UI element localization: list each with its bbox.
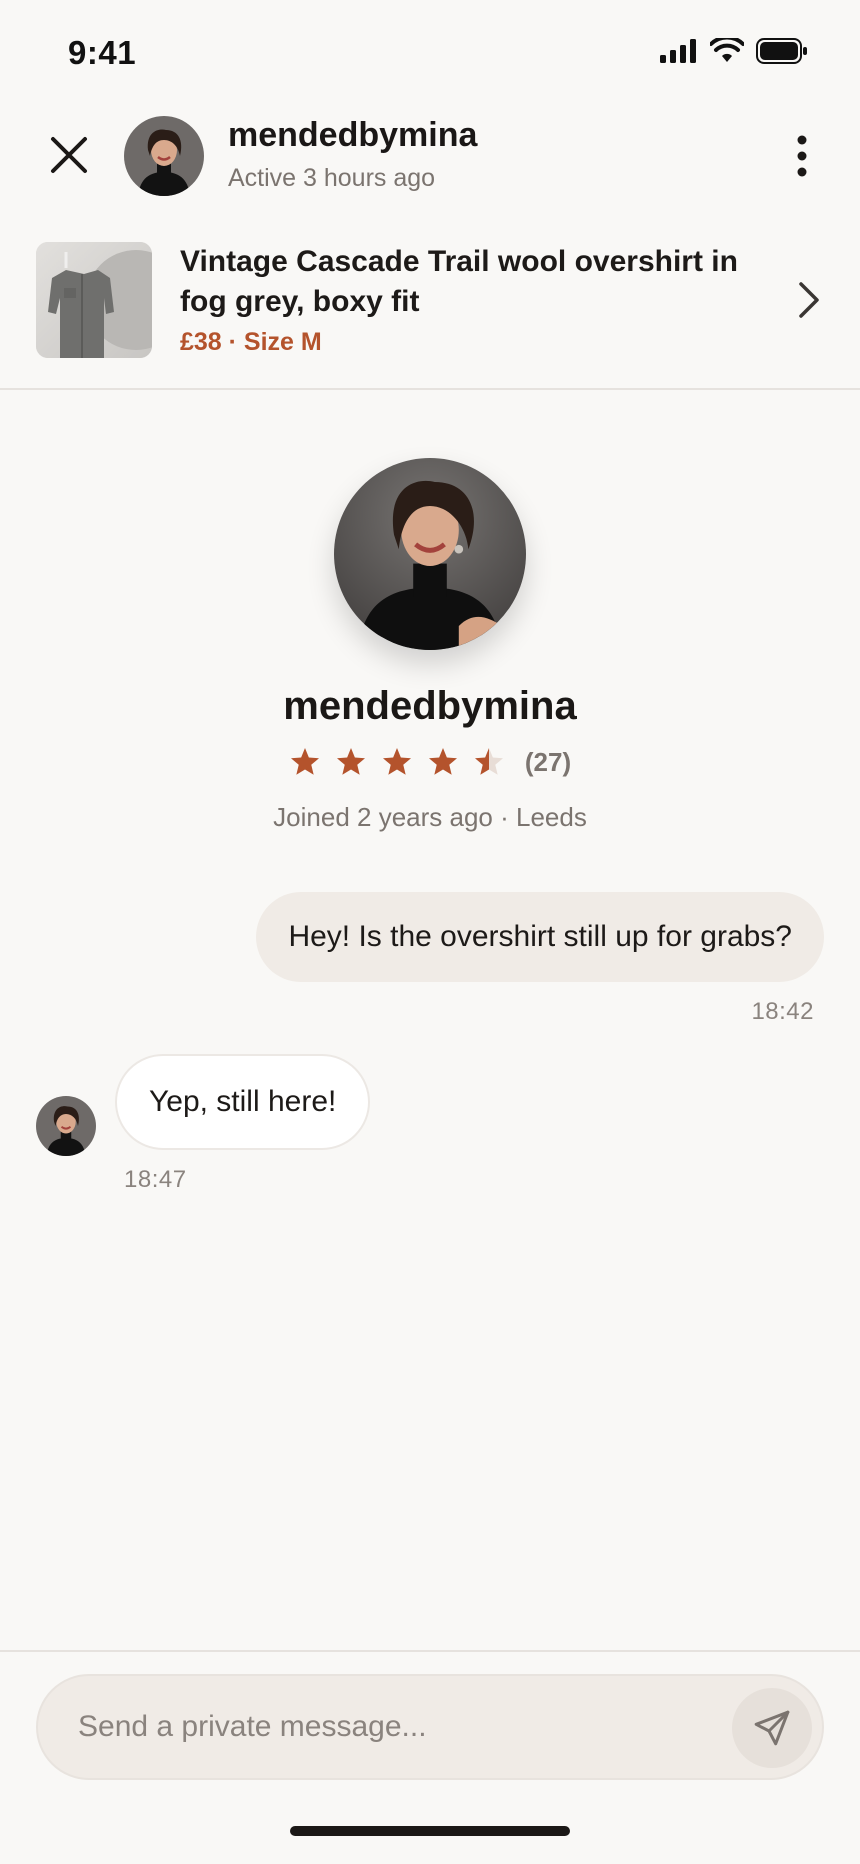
status-icons (660, 38, 808, 64)
seller-rating[interactable]: (27) (0, 746, 860, 778)
listing-card[interactable]: Vintage Cascade Trail wool overshirt in … (0, 220, 860, 390)
profile-username: mendedbymina (283, 684, 577, 728)
listing-price-size: £38 · Size M (180, 328, 322, 356)
message-text: Yep, still here! (149, 1085, 337, 1118)
message-outgoing[interactable]: Hey! Is the overshirt still up for grabs… (256, 892, 824, 982)
overshirt-image (36, 242, 152, 358)
wifi-icon (710, 38, 744, 62)
header-username[interactable]: mendedbymina (228, 116, 477, 155)
listing-thumbnail (36, 242, 152, 358)
avatar-photo (124, 116, 204, 196)
avatar-photo (36, 1096, 96, 1156)
message-timestamp: 18:47 (124, 1166, 187, 1193)
star-rating (289, 746, 505, 778)
message-text: Hey! Is the overshirt still up for grabs… (288, 920, 792, 953)
listing-title: Vintage Cascade Trail wool overshirt in … (180, 245, 738, 318)
chevron-right-icon (799, 282, 819, 318)
signal-icon (660, 39, 696, 63)
rating-count: (27) (524, 746, 572, 777)
message-timestamp: 18:42 (751, 998, 814, 1025)
more-vertical-icon (797, 135, 807, 177)
star-icon (336, 748, 365, 775)
message-incoming[interactable]: Yep, still here! (115, 1054, 371, 1150)
more-options-button[interactable] (782, 126, 822, 186)
home-indicator[interactable] (290, 1826, 570, 1836)
profile-avatar[interactable] (334, 458, 526, 650)
active-status: Active 3 hours ago (228, 164, 436, 192)
send-icon (754, 1710, 790, 1746)
profile-joined-location: Joined 2 years ago · Leeds (273, 802, 587, 832)
sender-avatar[interactable] (36, 1096, 96, 1156)
star-icon (290, 748, 319, 775)
star-half-icon (474, 748, 503, 775)
status-bar: 9:41 (0, 0, 860, 100)
battery-icon (756, 38, 807, 64)
send-button[interactable] (732, 1688, 812, 1768)
star-icon (382, 748, 411, 775)
status-time: 9:41 (68, 34, 137, 71)
listing-open-button[interactable] (784, 272, 834, 328)
header-avatar[interactable] (124, 116, 204, 196)
close-button[interactable] (40, 126, 98, 184)
close-icon (51, 137, 87, 173)
star-icon (428, 748, 457, 775)
avatar-photo (334, 458, 526, 650)
message-composer (36, 1674, 824, 1780)
chat-header: mendedbymina Active 3 hours ago (0, 100, 860, 220)
message-input[interactable] (78, 1676, 718, 1778)
